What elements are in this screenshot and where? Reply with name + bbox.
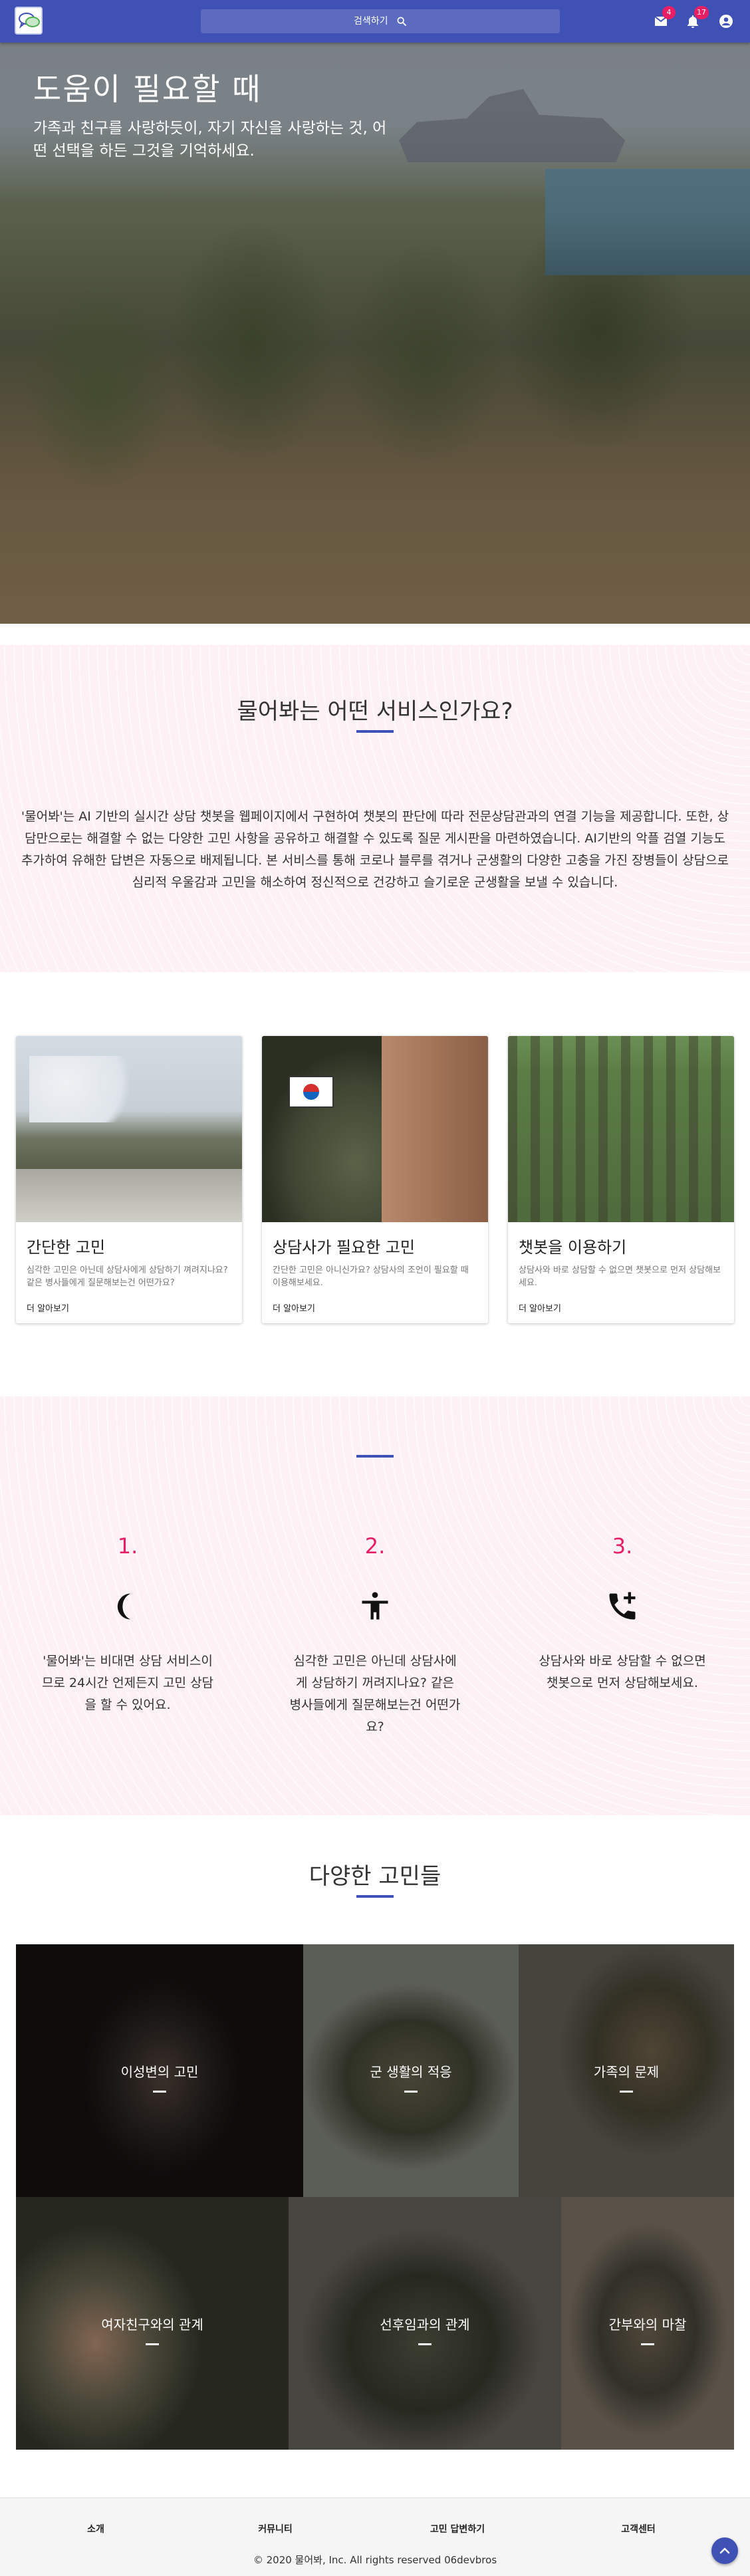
tile-label: 군 생활의 적응 (370, 2064, 452, 2080)
tile-label: 여자친구와의 관계 (101, 2317, 203, 2333)
tile-label-bar (641, 2343, 654, 2345)
moon-icon (117, 1593, 131, 1620)
concerns-title-underline (356, 1895, 394, 1898)
card-title: 간단한 고민 (27, 1238, 106, 1257)
about-title-underline (356, 730, 394, 733)
step-icon-wrap (255, 1589, 495, 1626)
tile-label-bar (404, 2091, 418, 2093)
mail-badge: 4 (662, 6, 676, 19)
footer-link-about[interactable]: 소개 (43, 2522, 149, 2535)
tile-label-bar (153, 2091, 166, 2093)
card-image-formation (508, 1036, 734, 1222)
step-number: 2. (364, 1533, 386, 1559)
tile-family-problem[interactable]: 가족의 문제 (519, 1944, 734, 2197)
learn-more-link[interactable]: 더 알아보기 (27, 1301, 231, 1314)
tile-label-bar (146, 2343, 159, 2345)
card-image-marching (16, 1036, 242, 1222)
step-number: 3. (612, 1533, 633, 1559)
hero-subtitle: 가족과 친구를 사랑하듯이, 자기 자신을 사랑하는 것, 어떤 선택을 하든 … (33, 120, 387, 160)
step-text: 심각한 고민은 아닌데 상담사에게 상담하기 꺼려지나요? 같은 병사들에게 질… (289, 1654, 461, 1734)
footer-link-answer[interactable]: 고민 답변하기 (404, 2522, 511, 2535)
tile-senior-junior-relationship[interactable]: 선후임과의 관계 (289, 2197, 561, 2450)
card-description: 간단한 고민은 아니신가요? 상담사의 조언이 필요할 때 이용해보세요. (273, 1265, 469, 1288)
learn-more-link[interactable]: 더 알아보기 (519, 1301, 723, 1314)
tile-label-bar (418, 2343, 432, 2345)
about-title: 물어봐는 어떤 서비스인가요? (237, 698, 513, 725)
step-number: 1. (117, 1533, 138, 1559)
tile-label: 이성변의 고민 (120, 2064, 199, 2080)
steps-underline (356, 1455, 394, 1458)
concerns-title: 다양한 고민들 (309, 1863, 441, 1890)
footer-link-support[interactable]: 고객센터 (585, 2522, 691, 2535)
tile-label: 간부와의 마찰 (608, 2317, 687, 2333)
footer: 소개 커뮤니티 고민 답변하기 고객센터 © 2020 물어봐, Inc. Al… (0, 2498, 750, 2576)
card-chatbot[interactable]: 챗봇을 이용하기 상담사와 바로 상담할 수 없으면 챗봇으로 먼저 상담해보세… (508, 1036, 734, 1323)
card-simple-concern[interactable]: 간단한 고민 심각한 고민은 아닌데 상담사에게 상담하기 껴려지나요? 같은 … (16, 1036, 242, 1323)
chat-bubble-logo-icon (19, 13, 40, 29)
tile-romance-concern[interactable]: 이성변의 고민 (16, 1944, 303, 2197)
card-image-flag-patch (262, 1036, 488, 1222)
search-bar[interactable]: 검색하기 (201, 9, 560, 33)
search-label: 검색하기 (354, 16, 388, 27)
card-title: 챗봇을 이용하기 (519, 1238, 627, 1257)
tile-military-adaptation[interactable]: 군 생활의 적응 (303, 1944, 519, 2197)
card-counselor-concern[interactable]: 상담사가 필요한 고민 간단한 고민은 아니신가요? 상담사의 조언이 필요할 … (262, 1036, 488, 1323)
step-text: 상담사와 바로 상담할 수 없으면 챗봇으로 먼저 상담해보세요. (539, 1654, 706, 1690)
hero-title: 도움이 필요할 때 (33, 71, 262, 107)
logo[interactable] (15, 7, 43, 35)
card-description: 상담사와 바로 상담할 수 없으면 챗봇으로 먼저 상담해보세요. (519, 1265, 721, 1288)
tile-officer-conflict[interactable]: 간부와의 마찰 (561, 2197, 734, 2450)
tile-girlfriend-relationship[interactable]: 여자친구와의 관계 (16, 2197, 289, 2450)
tile-label: 선후임과의 관계 (380, 2317, 470, 2333)
scroll-top-button[interactable] (711, 2537, 738, 2564)
app-bar: 검색하기 4 17 (0, 0, 750, 43)
about-description: '물어봐'는 AI 기반의 실시간 상담 챗봇을 웹페이지에서 구현하여 챗봇의… (21, 809, 729, 890)
card-title: 상담사가 필요한 고민 (273, 1238, 415, 1257)
step-icon-wrap (503, 1589, 742, 1626)
search-icon (397, 17, 406, 26)
person-icon (362, 1592, 388, 1620)
notification-badge: 17 (694, 6, 709, 19)
chevron-up-icon (719, 2547, 730, 2554)
copyright: © 2020 물어봐, Inc. All rights reserved 06d… (253, 2554, 497, 2566)
step-text: '물어봐'는 비대면 상담 서비스이므로 24시간 언제든지 고민 상담을 할 … (41, 1654, 214, 1712)
account-circle-icon (719, 15, 733, 28)
notifications-button[interactable]: 17 (685, 6, 709, 29)
tile-label: 가족의 문제 (593, 2064, 660, 2080)
account-button[interactable] (718, 13, 734, 29)
phone-add-icon (609, 1592, 636, 1620)
hero-banner: 도움이 필요할 때 가족과 친구를 사랑하듯이, 자기 자신을 사랑하는 것, … (0, 43, 750, 624)
card-description: 심각한 고민은 아닌데 상담사에게 상담하기 껴려지나요? 같은 병사들에게 질… (27, 1265, 228, 1288)
mail-button[interactable]: 4 (653, 6, 676, 29)
tile-label-bar (620, 2091, 633, 2093)
step-icon-wrap (8, 1589, 247, 1626)
footer-link-community[interactable]: 커뮤니티 (222, 2522, 328, 2535)
learn-more-link[interactable]: 더 알아보기 (273, 1301, 477, 1314)
